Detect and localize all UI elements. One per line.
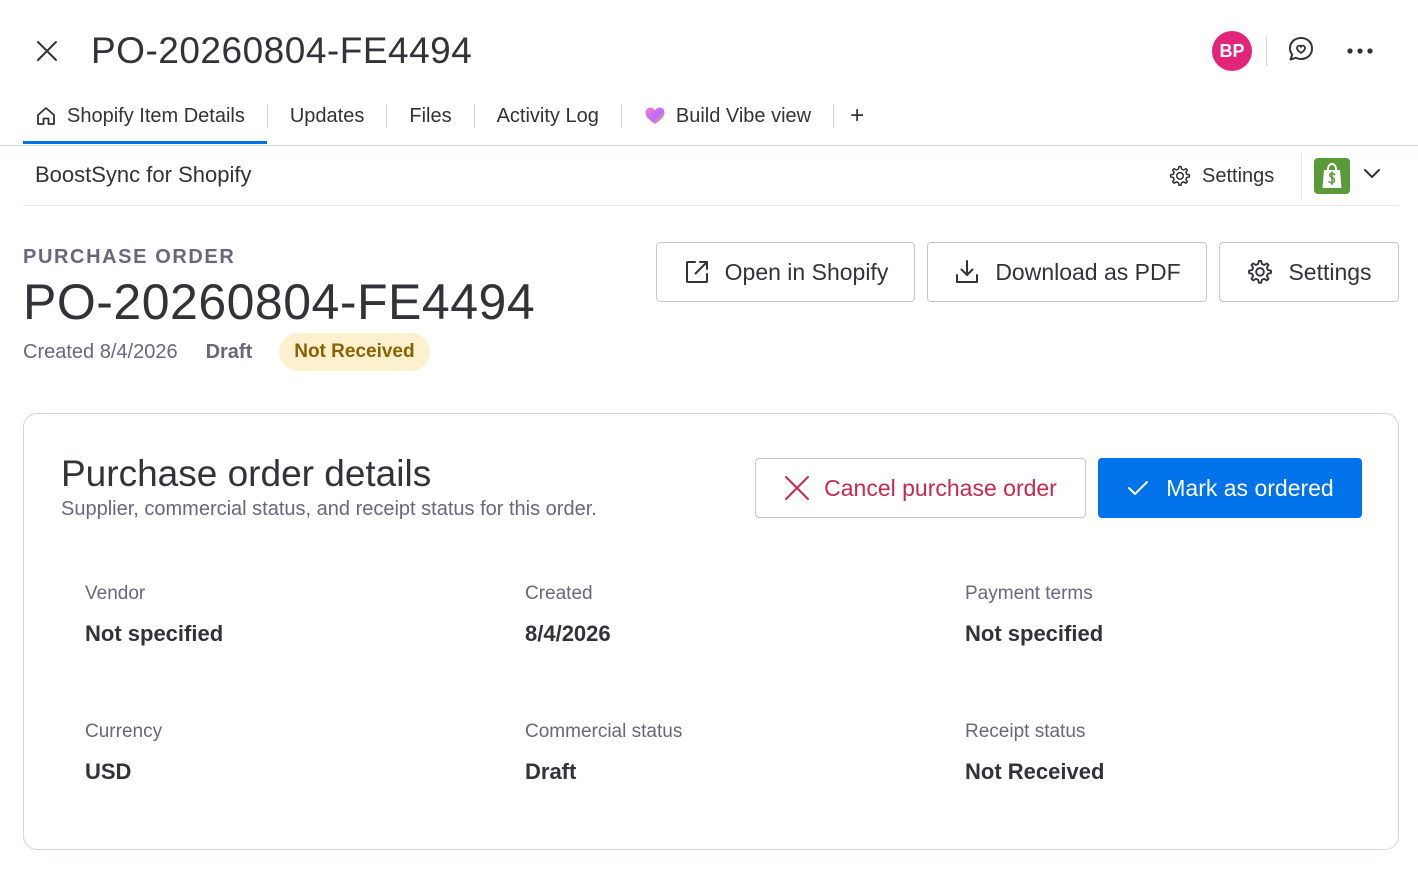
field-value: Not specified — [965, 621, 1104, 646]
po-kicker: PURCHASE ORDER — [23, 246, 236, 268]
more-horizontal-icon — [1346, 42, 1374, 60]
app-menu-dropdown[interactable] — [1358, 162, 1386, 190]
download-pdf-label: Download as PDF — [995, 258, 1181, 285]
app-bar: BoostSync for Shopify Settings — [23, 146, 1399, 206]
field-created: Created 8/4/2026 — [525, 583, 925, 647]
app-settings-button[interactable]: Settings — [1168, 160, 1274, 192]
po-created-date: Created 8/4/2026 — [23, 340, 178, 363]
field-receipt-status: Receipt status Not Received — [965, 721, 1365, 785]
item-tabs: Shopify Item Details Updates Files Activ… — [23, 96, 880, 146]
cancel-purchase-order-button[interactable]: Cancel purchase order — [755, 458, 1086, 518]
field-label: Payment terms — [965, 583, 1093, 604]
close-button[interactable] — [30, 36, 64, 70]
po-number: PO-20260804-FE4494 — [23, 274, 536, 330]
chevron-down-icon — [1363, 167, 1381, 185]
po-settings-button[interactable]: Settings — [1219, 242, 1399, 302]
field-label: Created — [525, 583, 593, 604]
checkmark-icon — [1126, 479, 1150, 497]
po-meta: Created 8/4/2026 Draft Not Received — [23, 333, 430, 371]
cancel-purchase-order-label: Cancel purchase order — [824, 474, 1057, 501]
open-in-shopify-button[interactable]: Open in Shopify — [656, 242, 915, 302]
app-name: BoostSync for Shopify — [35, 162, 252, 187]
mark-as-ordered-label: Mark as ordered — [1166, 474, 1334, 501]
tab-activity-log[interactable]: Activity Log — [475, 96, 621, 136]
tab-shopify-item-details[interactable]: Shopify Item Details — [23, 96, 267, 144]
header-divider — [1266, 36, 1267, 66]
tab-label: Build Vibe view — [675, 104, 812, 127]
po-commercial-state: Draft — [205, 340, 253, 363]
home-icon — [35, 105, 57, 127]
field-commercial-status: Commercial status Draft — [525, 721, 925, 785]
avatar[interactable]: BP — [1212, 31, 1252, 71]
more-button[interactable] — [1343, 34, 1377, 68]
app-settings-label: Settings — [1202, 164, 1275, 187]
field-currency: Currency USD — [85, 721, 485, 785]
field-payment-terms: Payment terms Not specified — [965, 583, 1365, 647]
tab-label: Files — [409, 104, 452, 127]
tab-label: Updates — [289, 104, 365, 127]
close-icon — [36, 40, 58, 67]
card-title: Purchase order details — [61, 453, 432, 494]
vibe-heart-icon — [644, 106, 666, 126]
card-subtitle: Supplier, commercial status, and receipt… — [61, 498, 597, 520]
shopify-bag-icon[interactable] — [1314, 158, 1350, 194]
gear-icon — [1246, 258, 1274, 286]
add-view-button[interactable]: + — [834, 96, 880, 136]
tab-label: Activity Log — [496, 104, 599, 127]
field-label: Commercial status — [525, 721, 683, 742]
close-icon — [784, 475, 810, 501]
field-vendor: Vendor Not specified — [85, 583, 485, 647]
app-bar-divider — [1301, 152, 1302, 200]
gear-icon — [1168, 164, 1192, 188]
mark-as-ordered-button[interactable]: Mark as ordered — [1098, 458, 1362, 518]
download-pdf-button[interactable]: Download as PDF — [927, 242, 1207, 302]
tab-updates[interactable]: Updates — [268, 96, 387, 136]
external-link-icon — [683, 258, 711, 286]
tab-files[interactable]: Files — [387, 96, 473, 136]
download-icon — [953, 258, 981, 286]
chat-button[interactable] — [1284, 34, 1318, 68]
purchase-order-details-card: Purchase order details Supplier, commerc… — [23, 413, 1399, 850]
item-header: PO-20260804-FE4494 BP — [0, 0, 1418, 96]
status-badge: Not Received — [279, 333, 430, 371]
item-title[interactable]: PO-20260804-FE4494 — [91, 28, 472, 74]
tab-build-vibe-view[interactable]: Build Vibe view — [622, 96, 833, 136]
tab-label: Shopify Item Details — [67, 104, 245, 127]
field-value: 8/4/2026 — [525, 621, 611, 646]
field-value: Draft — [525, 759, 577, 784]
po-settings-label: Settings — [1288, 258, 1372, 285]
field-label: Vendor — [85, 583, 146, 604]
field-label: Receipt status — [965, 721, 1086, 742]
field-value: USD — [85, 759, 132, 784]
open-in-shopify-label: Open in Shopify — [724, 258, 889, 285]
chat-bubble-icon — [1287, 35, 1315, 68]
field-value: Not specified — [85, 621, 224, 646]
field-value: Not Received — [965, 759, 1105, 784]
field-label: Currency — [85, 721, 163, 742]
